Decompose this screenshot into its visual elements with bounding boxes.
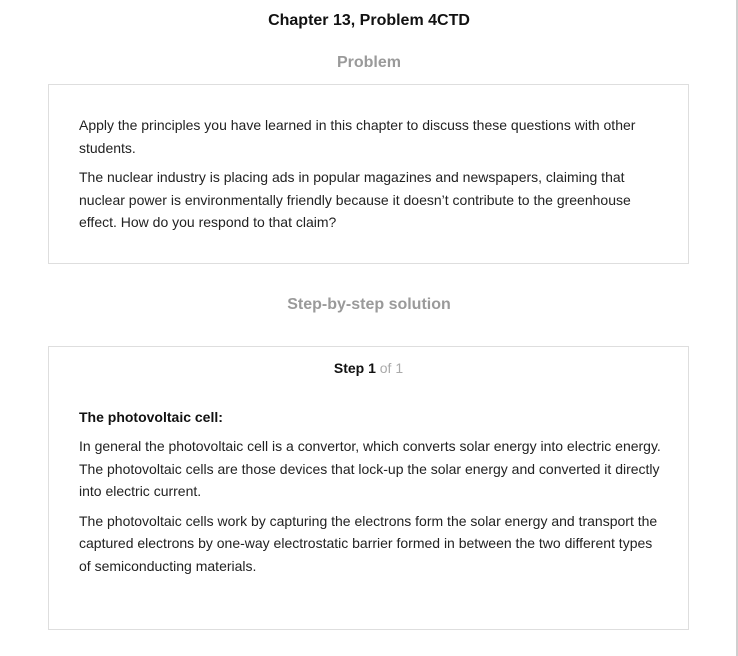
step-indicator: Step 1 of 1 (49, 360, 688, 376)
solution-card: Step 1 of 1 The photovoltaic cell: In ge… (48, 346, 689, 630)
problem-card: Apply the principles you have learned in… (48, 84, 689, 264)
problem-heading: Problem (336, 54, 401, 71)
problem-paragraph: Apply the principles you have learned in… (79, 117, 636, 156)
problem-body: Apply the principles you have learned in… (79, 114, 659, 234)
solution-body: The photovoltaic cell: In general the ph… (79, 406, 664, 577)
solution-subheading: The photovoltaic cell: (79, 409, 223, 425)
solution-paragraph: In general the photovoltaic cell is a co… (79, 438, 661, 499)
solution-heading: Step-by-step solution (287, 296, 451, 313)
solution-paragraph: The photovoltaic cells work by capturing… (79, 512, 658, 574)
step-label: Step 1 (333, 360, 376, 376)
step-count: of 1 (379, 360, 404, 376)
page-title: Chapter 13, Problem 4CTD (268, 12, 470, 29)
problem-paragraph: The nuclear industry is placing ads in p… (79, 169, 631, 230)
